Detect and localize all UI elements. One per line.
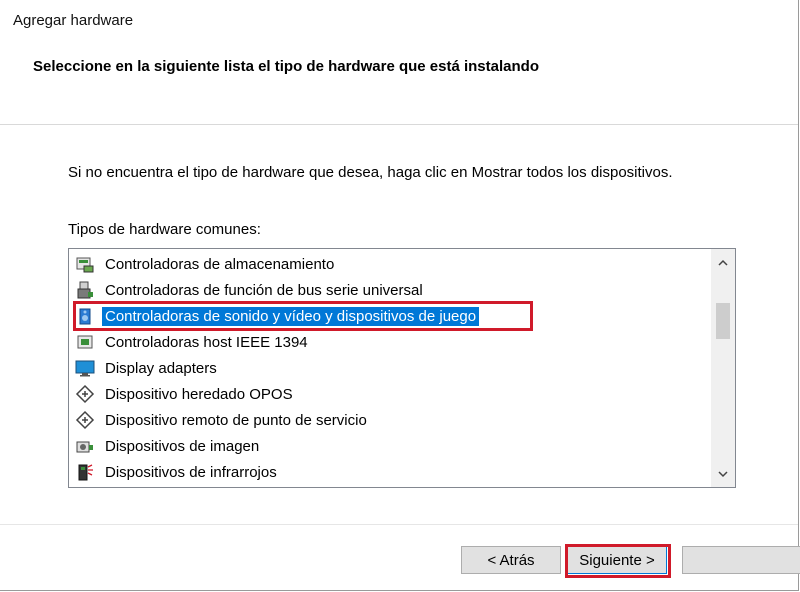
scroll-up-button[interactable] <box>711 251 735 273</box>
list-item-label: Display adapters <box>105 359 217 377</box>
list-item-label: Controladoras host IEEE 1394 <box>105 333 308 351</box>
list-scrollbar[interactable] <box>711 249 735 487</box>
list-item-selected[interactable]: Controladoras de sonido y vídeo y dispos… <box>73 301 533 331</box>
speaker-icon <box>75 306 95 326</box>
cancel-button[interactable] <box>682 546 800 574</box>
scroll-down-button[interactable] <box>711 463 735 485</box>
remote-pos-icon <box>75 410 95 430</box>
list-item-label: Controladoras de función de bus serie un… <box>105 281 423 299</box>
list-item-label: Dispositivo heredado OPOS <box>105 385 293 403</box>
opos-device-icon <box>75 384 95 404</box>
list-item[interactable]: Controladoras de almacenamiento <box>75 252 337 276</box>
back-button[interactable]: < Atrás <box>461 546 561 574</box>
add-hardware-dialog: Agregar hardware Seleccione en la siguie… <box>0 0 800 591</box>
list-item-label: Controladoras de sonido y vídeo y dispos… <box>102 306 480 326</box>
scroll-thumb[interactable] <box>716 303 730 339</box>
list-item-label: Dispositivos de infrarrojos <box>105 463 277 481</box>
list-item-label: Dispositivos de imagen <box>105 437 260 455</box>
list-item-label: Dispositivo remoto de punto de servicio <box>105 411 367 429</box>
list-item[interactable]: Controladoras host IEEE 1394 <box>75 330 311 354</box>
storage-controller-icon <box>75 254 95 274</box>
hardware-list-label: Tipos de hardware comunes: <box>68 221 261 238</box>
infrared-icon <box>75 462 95 482</box>
window-title: Agregar hardware <box>13 12 134 29</box>
camera-icon <box>75 436 95 456</box>
usb-controller-icon <box>75 280 95 300</box>
list-item-label: Controladoras de almacenamiento <box>105 255 335 273</box>
monitor-icon <box>75 358 95 378</box>
info-text: Si no encuentra el tipo de hardware que … <box>68 164 673 181</box>
list-item[interactable]: Dispositivos de imagen <box>75 434 262 458</box>
page-heading: Seleccione en la siguiente lista el tipo… <box>33 58 539 75</box>
hardware-type-list[interactable]: Controladoras de almacenamiento Controla… <box>68 248 736 488</box>
list-item[interactable]: Dispositivo heredado OPOS <box>75 382 296 406</box>
chevron-up-icon <box>718 259 728 266</box>
list-item[interactable]: Controladoras de función de bus serie un… <box>75 278 426 302</box>
header-divider <box>0 124 798 125</box>
list-item[interactable]: Dispositivo remoto de punto de servicio <box>75 408 370 432</box>
chevron-down-icon <box>718 470 728 477</box>
next-button[interactable]: Siguiente > <box>567 546 667 574</box>
ieee1394-icon <box>75 332 95 352</box>
list-item[interactable]: Display adapters <box>75 356 220 380</box>
footer-divider <box>0 524 798 525</box>
list-item[interactable]: Dispositivos de infrarrojos <box>75 460 280 484</box>
